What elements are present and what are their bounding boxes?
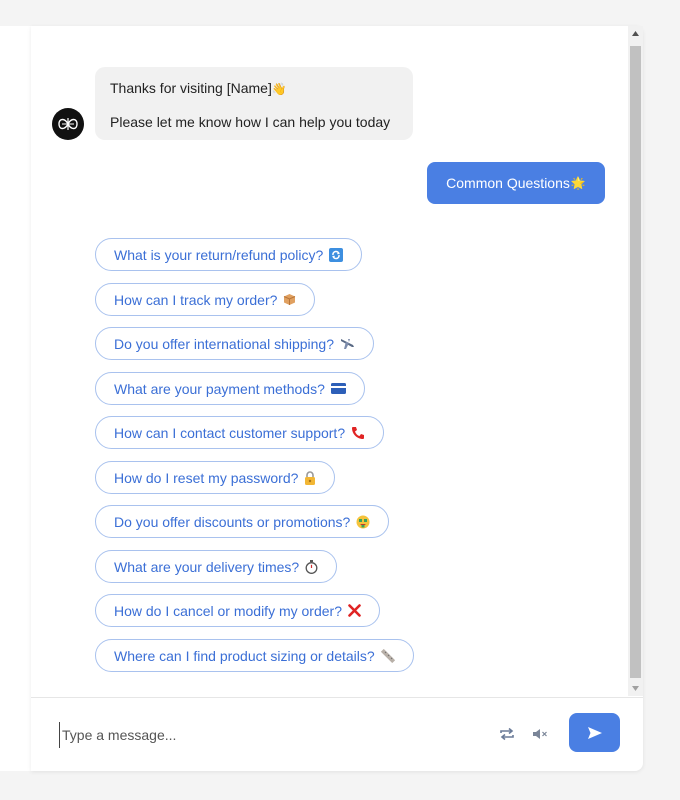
quick-reply-cancel-order[interactable]: How do I cancel or modify my order? [95, 594, 380, 627]
quick-reply-product-sizing[interactable]: Where can I find product sizing or detai… [95, 639, 414, 672]
message-list: Thanks for visiting [Name]👋 Please let m… [31, 26, 628, 696]
quick-reply-label: What are your payment methods? [114, 380, 325, 397]
bot-logo-icon [58, 118, 78, 130]
quick-reply-label: Do you offer discounts or promotions? [114, 513, 351, 530]
message-input[interactable] [59, 722, 464, 748]
quick-reply-discounts[interactable]: Do you offer discounts or promotions? [95, 505, 390, 538]
bot-greeting-text: Thanks for visiting [Name] [110, 80, 272, 96]
quick-reply-track-order[interactable]: How can I track my order? [95, 283, 316, 316]
lock-icon [304, 470, 316, 485]
mute-speaker-icon[interactable] [531, 726, 549, 742]
bot-avatar [52, 108, 84, 140]
quick-reply-payment-methods[interactable]: What are your payment methods? [95, 372, 365, 405]
quick-reply-label: How can I track my order? [114, 291, 278, 308]
glowing-star-icon: 🌟 [570, 176, 586, 190]
phone-icon [351, 426, 365, 440]
repeat-icon[interactable] [498, 726, 516, 742]
quick-reply-label: What is your return/refund policy? [114, 246, 324, 263]
quick-reply-reset-password[interactable]: How do I reset my password? [95, 461, 336, 494]
stopwatch-icon [305, 559, 318, 574]
money-face-icon [356, 515, 370, 529]
package-icon [283, 293, 296, 306]
airplane-icon [340, 337, 355, 351]
credit-card-icon [330, 383, 346, 394]
user-message-text: Common Questions [446, 175, 570, 191]
bot-message-line-1: Thanks for visiting [Name]👋 [110, 78, 398, 99]
send-icon [587, 726, 602, 739]
quick-reply-label: What are your delivery times? [114, 558, 300, 575]
send-button[interactable] [569, 713, 620, 752]
quick-reply-contact-support[interactable]: How can I contact customer support? [95, 416, 385, 449]
bot-message-line-2: Please let me know how I can help you to… [110, 114, 391, 130]
waving-hand-icon: 👋 [271, 82, 287, 96]
message-scrollbar[interactable] [628, 26, 643, 696]
left-panel-edge [0, 26, 32, 771]
quick-reply-label: How do I cancel or modify my order? [114, 602, 342, 619]
scrollbar-thumb[interactable] [630, 46, 641, 678]
bot-message-bubble: Thanks for visiting [Name]👋 Please let m… [95, 67, 413, 140]
quick-reply-delivery-times[interactable]: What are your delivery times? [95, 550, 338, 583]
scroll-up-arrow-icon[interactable] [628, 26, 643, 41]
user-message-bubble: Common Questions 🌟 [427, 162, 605, 204]
cross-mark-icon [348, 604, 361, 617]
quick-reply-label: Do you offer international shipping? [114, 335, 335, 352]
quick-reply-international-shipping[interactable]: Do you offer international shipping? [95, 327, 375, 360]
ruler-icon [380, 648, 395, 663]
quick-reply-label: Where can I find product sizing or detai… [114, 647, 375, 664]
refresh-icon [329, 247, 344, 262]
quick-reply-return-policy[interactable]: What is your return/refund policy? [95, 238, 363, 271]
message-composer [31, 697, 643, 772]
chat-window: Thanks for visiting [Name]👋 Please let m… [31, 26, 643, 771]
quick-reply-label: How can I contact customer support? [114, 424, 346, 441]
quick-reply-label: How do I reset my password? [114, 469, 299, 486]
scroll-down-arrow-icon[interactable] [628, 681, 643, 696]
